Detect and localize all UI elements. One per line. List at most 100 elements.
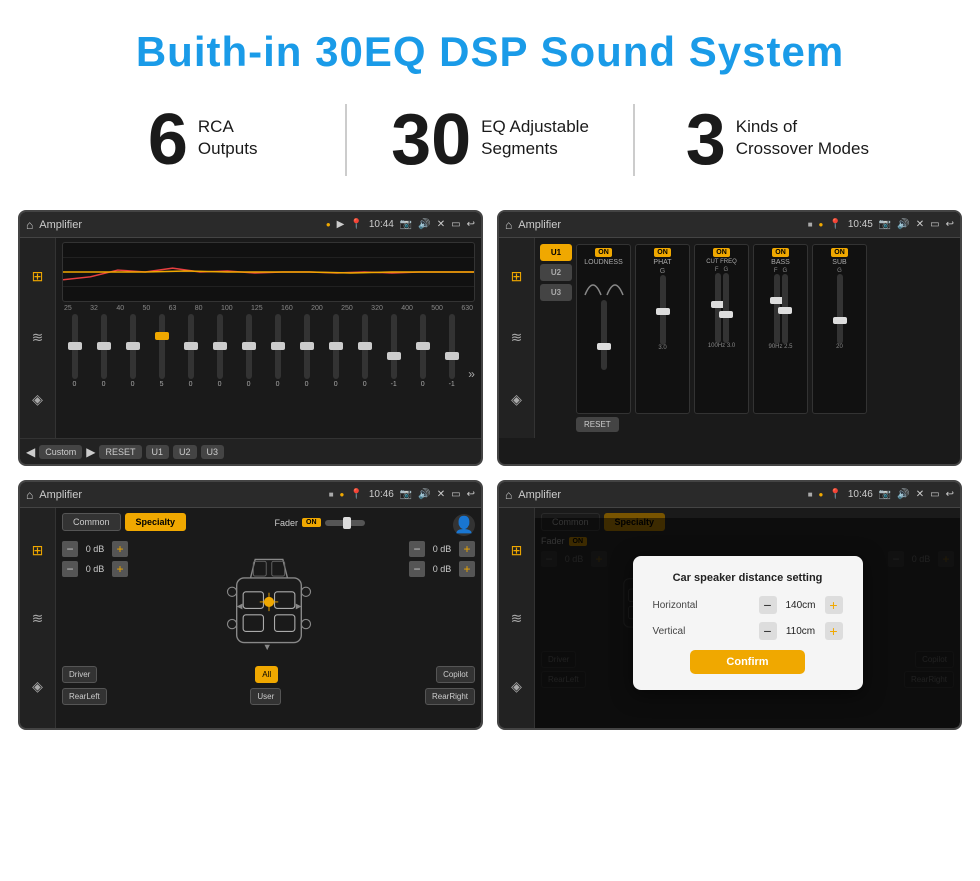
eq-reset-button[interactable]: RESET <box>99 445 141 459</box>
spk-copilot-button[interactable]: Copilot <box>436 666 475 683</box>
spk-all-button[interactable]: All <box>255 666 278 683</box>
dialog-vertical-minus[interactable]: − <box>759 622 777 640</box>
spk-sidebar-icon3[interactable]: ◈ <box>32 678 43 695</box>
spk-minus2[interactable]: − <box>62 561 78 577</box>
fader-on-badge[interactable]: ON <box>302 518 321 527</box>
amp-loudness-track1[interactable] <box>601 300 607 370</box>
spk-rearleft-button[interactable]: RearLeft <box>62 688 107 705</box>
eq-thumb-10[interactable] <box>329 342 343 350</box>
eq-thumb-3[interactable] <box>126 342 140 350</box>
eq-thumb-7[interactable] <box>242 342 256 350</box>
amp-sub-track[interactable] <box>837 274 843 344</box>
eq-expand-icon[interactable]: » <box>468 367 475 381</box>
spk-rearright-button[interactable]: RearRight <box>425 688 475 705</box>
fader-slider[interactable] <box>325 520 365 526</box>
eq-thumb-1[interactable] <box>68 342 82 350</box>
eq-thumb-14[interactable] <box>445 352 459 360</box>
spk-plus3[interactable]: + <box>459 541 475 557</box>
fader-thumb[interactable] <box>343 517 351 529</box>
amp-sub-thumb[interactable] <box>833 317 847 324</box>
amp-sub-header: ON <box>831 248 848 257</box>
amp-sub-label: SUB <box>832 259 846 266</box>
amp-cutfreq-track1[interactable] <box>715 273 721 343</box>
spk-sidebar-icon1[interactable]: ⊞ <box>32 542 44 559</box>
spk-tab-common[interactable]: Common <box>62 513 121 531</box>
spk-plus2[interactable]: + <box>112 561 128 577</box>
spk-sidebar: ⊞ ≋ ◈ <box>20 508 56 728</box>
eq-track-14[interactable] <box>449 314 455 379</box>
amp-sub-on[interactable]: ON <box>831 248 848 257</box>
amp-channel-cutfreq: ON CUT FREQ F G <box>694 244 749 414</box>
amp-phat-on[interactable]: ON <box>654 248 671 257</box>
eq-thumb-9[interactable] <box>300 342 314 350</box>
eq-track-13[interactable] <box>420 314 426 379</box>
amp-sidebar-icon2[interactable]: ≋ <box>511 329 523 346</box>
eq-sidebar-icon2[interactable]: ≋ <box>32 329 44 346</box>
eq-track-12[interactable] <box>391 314 397 379</box>
spk-minus1[interactable]: − <box>62 541 78 557</box>
eq-custom-button[interactable]: Custom <box>39 445 82 459</box>
eq-thumb-11[interactable] <box>358 342 372 350</box>
amp-cutfreq-thumb2[interactable] <box>719 311 733 318</box>
amp-sidebar-icon3[interactable]: ◈ <box>511 391 522 408</box>
spk-user-button[interactable]: User <box>250 688 281 705</box>
dialog-vertical-plus[interactable]: + <box>825 622 843 640</box>
spk-plus1[interactable]: + <box>112 541 128 557</box>
eq-track-9[interactable] <box>304 314 310 379</box>
amp-cutfreq-track2[interactable] <box>723 273 729 343</box>
amp-bass-track2[interactable] <box>782 274 788 344</box>
eq-thumb-5[interactable] <box>184 342 198 350</box>
amp-bass-on[interactable]: ON <box>772 248 789 257</box>
amp-bass-slider <box>774 274 788 344</box>
amp-phat-track[interactable] <box>660 275 666 345</box>
eq-sidebar: ⊞ ≋ ◈ <box>20 238 56 438</box>
spk-driver-button[interactable]: Driver <box>62 666 97 683</box>
eq-track-4[interactable] <box>159 314 165 379</box>
eq-thumb-12[interactable] <box>387 352 401 360</box>
eq-thumb-6[interactable] <box>213 342 227 350</box>
eq-sidebar-icon3[interactable]: ◈ <box>32 391 43 408</box>
amp-bass-thumb2[interactable] <box>778 307 792 314</box>
spk-minus3[interactable]: − <box>409 541 425 557</box>
spk-sidebar-icon2[interactable]: ≋ <box>32 610 44 627</box>
eq-thumb-13[interactable] <box>416 342 430 350</box>
eq-thumb-8[interactable] <box>271 342 285 350</box>
amp-u1-button[interactable]: U1 <box>540 244 572 261</box>
amp-loudness-curve2 <box>605 270 625 300</box>
eq-prev-button[interactable]: ◀ <box>26 445 35 459</box>
spk-user-icon[interactable]: 👤 <box>453 514 475 536</box>
dialog-confirm-button[interactable]: Confirm <box>690 650 804 674</box>
amp-sidebar-icon1[interactable]: ⊞ <box>511 268 523 285</box>
eq-track-3[interactable] <box>130 314 136 379</box>
amp-loudness-thumb1[interactable] <box>597 343 611 350</box>
screen4-dot2: ● <box>819 490 824 499</box>
dialog-horizontal-minus[interactable]: − <box>759 596 777 614</box>
eq-track-5[interactable] <box>188 314 194 379</box>
spk-bottom-btns2: RearLeft User RearRight <box>62 688 475 705</box>
eq-u3-button[interactable]: U3 <box>201 445 225 459</box>
amp-loudness-on[interactable]: ON <box>595 248 612 257</box>
eq-thumb-2[interactable] <box>97 342 111 350</box>
amp-u3-button[interactable]: U3 <box>540 284 572 301</box>
eq-track-1[interactable] <box>72 314 78 379</box>
amp-u2-button[interactable]: U2 <box>540 264 572 281</box>
spk-minus4[interactable]: − <box>409 561 425 577</box>
amp-phat-thumb[interactable] <box>656 308 670 315</box>
eq-track-6[interactable] <box>217 314 223 379</box>
spk-plus4[interactable]: + <box>459 561 475 577</box>
amp-cutfreq-on[interactable]: ON <box>713 248 730 257</box>
dialog-horizontal-plus[interactable]: + <box>825 596 843 614</box>
eq-next-button[interactable]: ▶ <box>86 445 95 459</box>
eq-u2-button[interactable]: U2 <box>173 445 197 459</box>
eq-track-7[interactable] <box>246 314 252 379</box>
eq-track-10[interactable] <box>333 314 339 379</box>
eq-u1-button[interactable]: U1 <box>146 445 170 459</box>
eq-sidebar-icon1[interactable]: ⊞ <box>32 268 44 285</box>
eq-track-2[interactable] <box>101 314 107 379</box>
eq-track-8[interactable] <box>275 314 281 379</box>
eq-thumb-4[interactable] <box>155 332 169 340</box>
amp-reset-button[interactable]: RESET <box>576 417 619 432</box>
eq-track-11[interactable] <box>362 314 368 379</box>
spk-tab-specialty[interactable]: Specialty <box>125 513 187 531</box>
screen2-dot2: ● <box>819 220 824 229</box>
